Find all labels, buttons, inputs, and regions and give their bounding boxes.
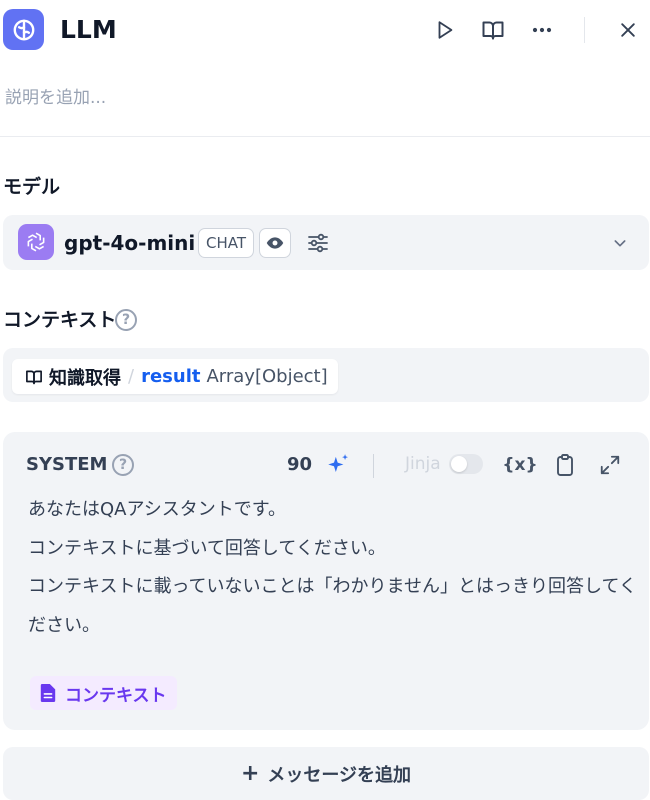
help-icon[interactable]: ? xyxy=(115,309,137,331)
plus-icon: + xyxy=(240,760,260,786)
model-name: gpt-4o-mini xyxy=(64,231,196,255)
context-variable-chip[interactable]: 知識取得 / result Array[Object] xyxy=(12,359,338,394)
book-open-icon[interactable] xyxy=(479,16,507,44)
prompt-line: ださい。 xyxy=(28,614,100,636)
jinja-label: Jinja xyxy=(405,454,441,474)
prompt-line: コンテキストに載っていないことは「わかりません」とはっきり回答してく xyxy=(28,576,637,597)
eye-icon xyxy=(259,228,291,258)
context-block-chip[interactable]: コンテキスト xyxy=(30,676,177,710)
context-variable-type: Array[Object] xyxy=(206,366,328,387)
knowledge-retrieval-icon xyxy=(26,370,42,384)
chevron-down-icon[interactable] xyxy=(609,232,631,254)
play-icon[interactable] xyxy=(431,16,459,44)
more-icon[interactable] xyxy=(528,16,556,44)
node-title[interactable]: LLM xyxy=(60,14,117,46)
context-variable-selector[interactable]: 知識取得 / result Array[Object] xyxy=(3,348,649,402)
model-mode-badge: CHAT xyxy=(198,228,255,258)
expand-icon[interactable] xyxy=(595,450,625,480)
sliders-icon[interactable] xyxy=(303,229,333,257)
system-role-label: SYSTEM xyxy=(26,454,108,475)
prompt-line: あなたはQAアシスタントです。 xyxy=(28,499,286,520)
token-count: 90 xyxy=(287,454,313,475)
context-node-name: 知識取得 xyxy=(49,367,121,389)
system-prompt-text[interactable]: あなたはQAアシスタントです。 コンテキストに基づいて回答してください。 コンテ… xyxy=(28,491,637,645)
openai-icon xyxy=(18,224,54,260)
prompt-line: コンテキストに基づいて回答してください。 xyxy=(28,537,386,559)
close-icon[interactable] xyxy=(614,16,642,44)
system-prompt-editor: SYSTEM ? 90 Jinja {x} あなたはQAアシスタントです。 コン… xyxy=(3,432,649,730)
context-variable-name: result xyxy=(141,366,201,387)
insert-variable-button[interactable]: {x} xyxy=(502,450,537,480)
divider xyxy=(0,136,650,137)
llm-node-icon xyxy=(3,9,44,50)
model-section-title: モデル xyxy=(3,176,61,198)
help-icon[interactable]: ? xyxy=(112,454,134,476)
description-field[interactable]: 説明を追加... xyxy=(5,86,106,110)
model-selector[interactable]: gpt-4o-mini CHAT xyxy=(3,215,649,270)
context-block-label: コンテキスト xyxy=(65,685,167,706)
add-message-button[interactable]: + メッセージを追加 xyxy=(3,747,649,800)
toolbar-divider xyxy=(373,454,374,478)
sparkle-icon[interactable] xyxy=(323,450,353,480)
node-panel-header: LLM xyxy=(0,0,650,60)
clipboard-icon[interactable] xyxy=(550,450,580,480)
add-message-label: メッセージを追加 xyxy=(267,764,412,786)
header-divider xyxy=(584,17,585,43)
context-path-separator: / xyxy=(128,366,135,387)
document-icon xyxy=(40,684,56,702)
toggle-knob xyxy=(451,456,467,472)
context-section-title: コンテキスト xyxy=(3,309,117,331)
jinja-toggle[interactable] xyxy=(449,454,483,474)
